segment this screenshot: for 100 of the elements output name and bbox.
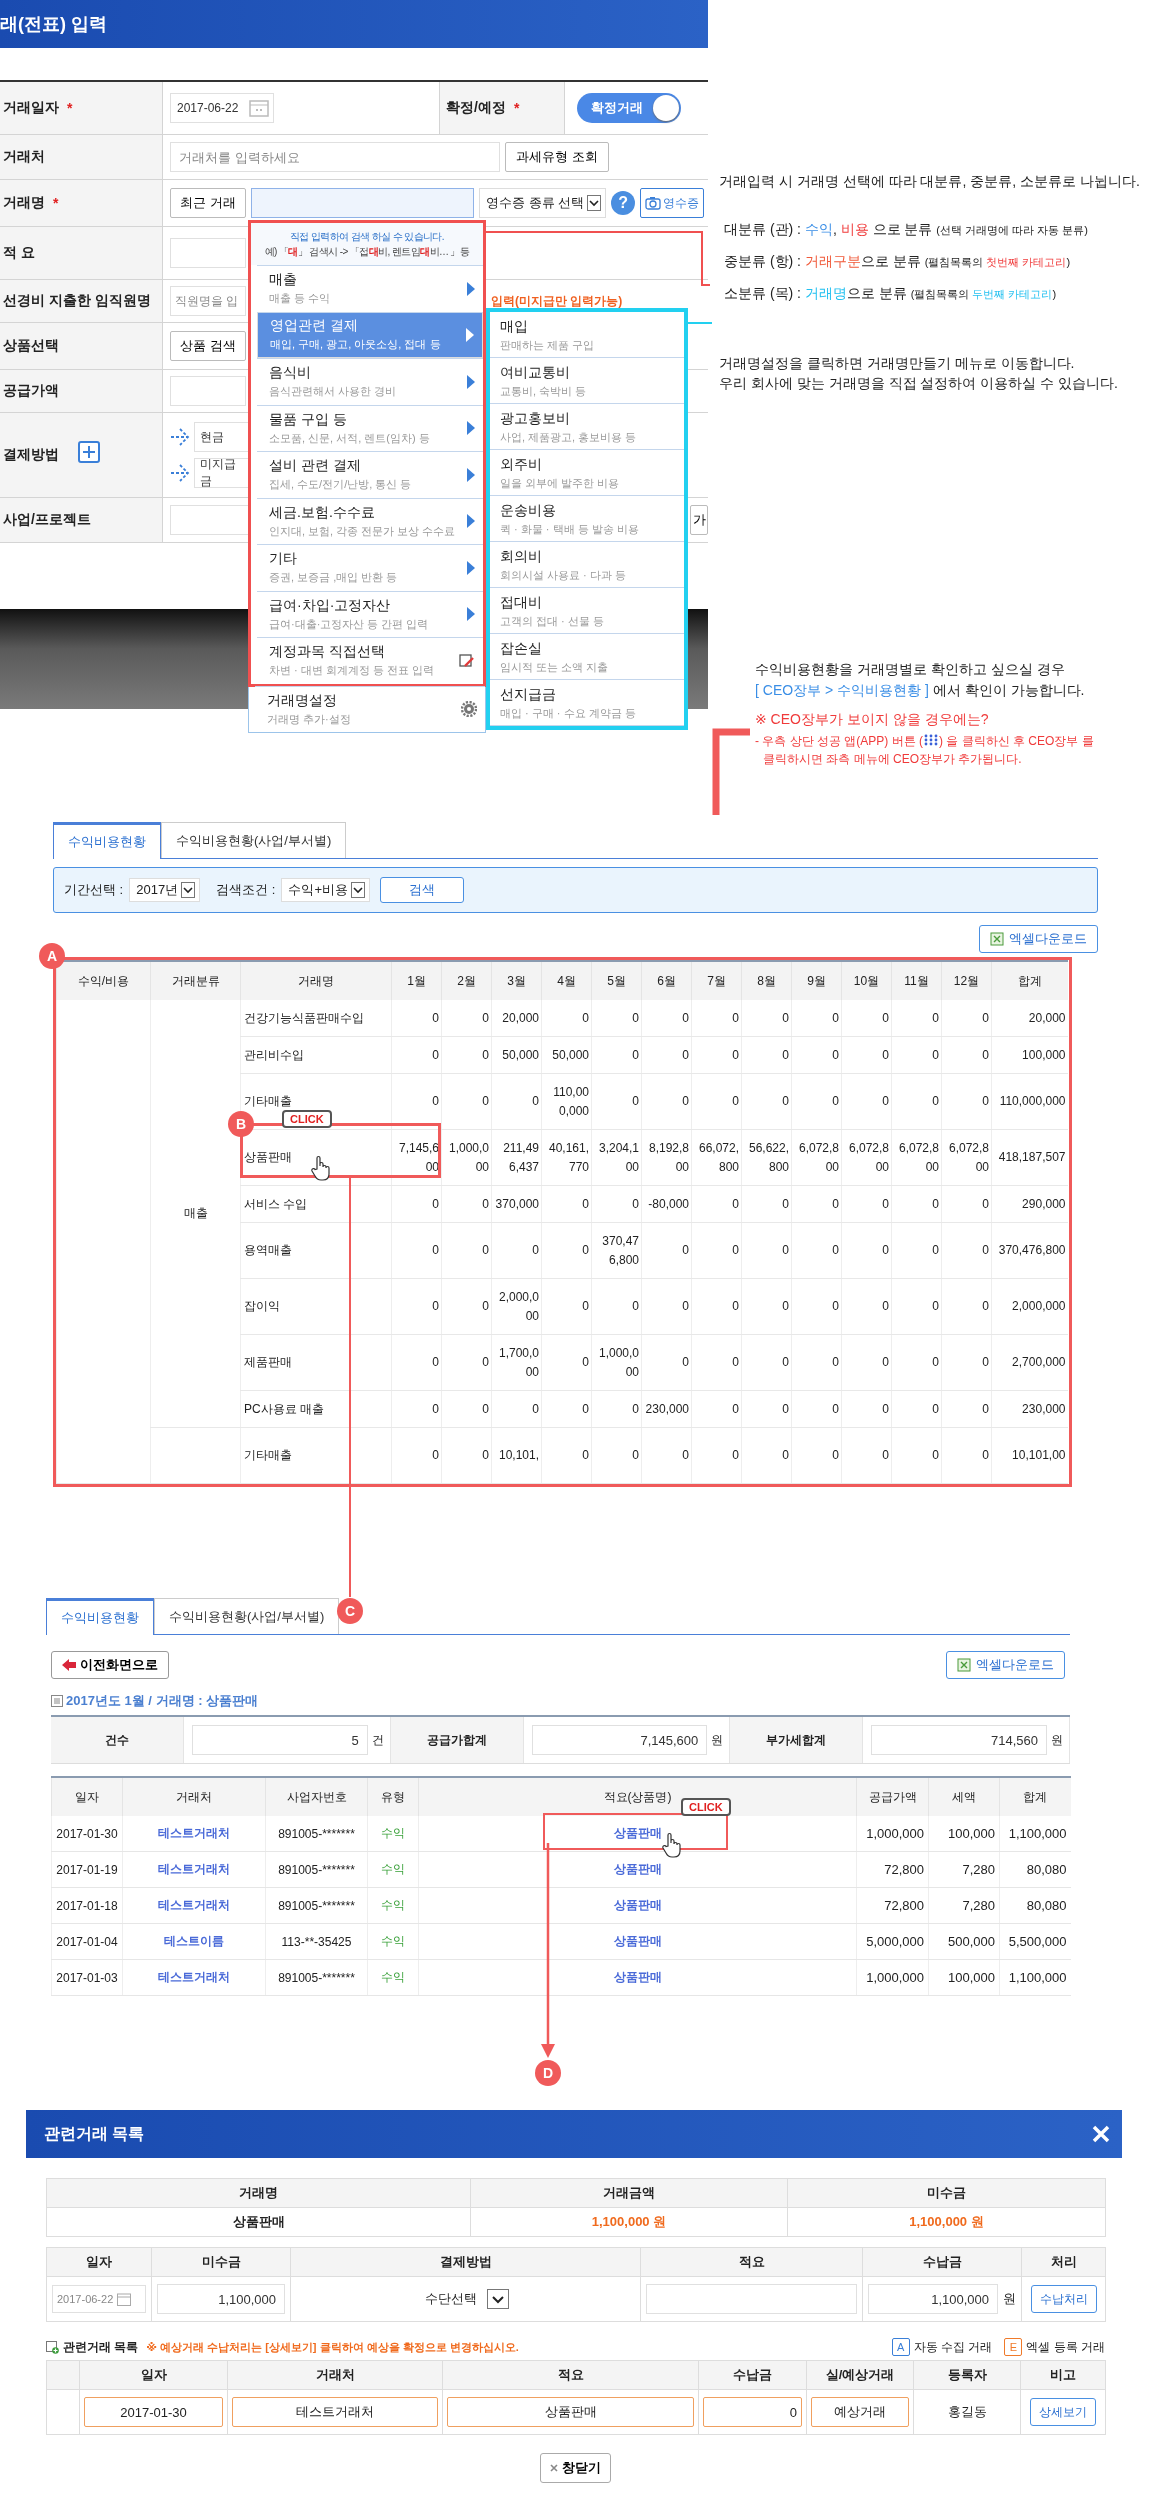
menu-item[interactable]: 잡손실 임시적 또는 소액 지출 bbox=[490, 634, 684, 680]
excel-download-button[interactable]: 엑셀다운로드 bbox=[979, 925, 1098, 953]
detail-button[interactable]: 상세보기 bbox=[1030, 2398, 1096, 2426]
menu-item[interactable]: 운송비용 퀵 · 화물 · 택배 등 발송 비용 bbox=[490, 496, 684, 542]
menu-item-title: 물품 구입 등 bbox=[269, 410, 348, 429]
table-link[interactable]: 테스트이름 bbox=[164, 1934, 224, 1948]
table-cell: 100,000 bbox=[1022, 1047, 1066, 1062]
table-cell: 0 bbox=[782, 1355, 789, 1370]
table-cell: 0 bbox=[482, 1299, 489, 1314]
date-field[interactable]: 2017-06-22 bbox=[170, 93, 274, 123]
supply-amount-field[interactable] bbox=[170, 376, 246, 406]
menu-item[interactable]: 광고홍보비 사업, 제품광고, 홍보비용 등 bbox=[490, 404, 684, 450]
receipt-button[interactable]: 영수증 bbox=[640, 188, 705, 218]
add-button[interactable]: 가 bbox=[690, 505, 708, 535]
table-cell: 0 bbox=[932, 1401, 939, 1416]
table-cell: 50,000 bbox=[502, 1047, 539, 1062]
table-link[interactable]: 테스트거래처 bbox=[158, 1862, 230, 1876]
receipt-select[interactable]: 영수증 종류 선택 bbox=[479, 188, 607, 218]
menu-item[interactable]: 계정과목 직접선택 차변 · 대변 회계계정 등 전표 입력 bbox=[257, 637, 483, 684]
tab[interactable]: 수익비용현황 bbox=[46, 1598, 154, 1635]
menu-item-description: 소모품, 신문, 서적, 렌트(임차) 등 bbox=[269, 430, 431, 446]
unit-text: 원 bbox=[1050, 1731, 1063, 1749]
grid-icon bbox=[923, 733, 939, 746]
table-cell: 10,101,00 bbox=[1012, 1448, 1066, 1463]
close-button[interactable]: 창닫기 bbox=[540, 2453, 611, 2483]
excel-download-button[interactable]: 엑셀다운로드 bbox=[946, 1651, 1065, 1679]
menu-item[interactable]: 기타 증권, 보증금 ,매입 반환 등 bbox=[257, 544, 483, 591]
tab[interactable]: 수익비용현황(사업/부서별) bbox=[161, 822, 347, 858]
client-field[interactable]: 거래처를 입력하세요 bbox=[170, 142, 500, 172]
menu-item[interactable]: 거래명설정 거래명 추가·설정 bbox=[255, 685, 485, 732]
memo-field[interactable] bbox=[646, 2284, 857, 2314]
menu-item[interactable]: 세금.보험.수수료 인지대, 보험, 각종 전문가 보상 수수료 bbox=[257, 497, 483, 544]
table-link[interactable]: 상품판매 bbox=[613, 1898, 662, 1912]
close-icon[interactable] bbox=[1092, 2125, 1110, 2143]
table-cell: 2017-01-18 bbox=[56, 1898, 118, 1913]
table-cell: 0 bbox=[932, 1010, 939, 1025]
menu-item[interactable]: 회의비 회의시설 사용료 · 다과 등 bbox=[490, 542, 684, 588]
table-link[interactable]: 상품판매 bbox=[613, 1826, 662, 1840]
column-header: 수익/비용 bbox=[56, 961, 151, 1000]
table-link[interactable]: 테스트거래처 bbox=[158, 1898, 230, 1912]
name-field[interactable] bbox=[251, 188, 474, 218]
column-header: 유형 bbox=[367, 1777, 419, 1816]
table-link[interactable]: 상품판매 bbox=[613, 1862, 662, 1876]
column-header: 공급가액 bbox=[856, 1777, 929, 1816]
employee-field[interactable]: 직원명을 입 bbox=[170, 286, 246, 316]
tax-type-button[interactable]: 과세유형 조회 bbox=[505, 142, 609, 172]
table-link[interactable]: 상품판매 bbox=[613, 1970, 662, 1984]
table-cell: 290,000 bbox=[1022, 1196, 1066, 1211]
menu-item[interactable]: 급여·차입·고정자산 급여·대출·고정자산 등 간편 입력 bbox=[257, 590, 483, 637]
received-field[interactable]: 1,100,000 bbox=[868, 2284, 998, 2314]
warning-text: ※ CEO장부가 보이지 않을 경우에는? bbox=[755, 709, 990, 729]
payment-method-field[interactable]: 현금 bbox=[194, 422, 250, 452]
table-link[interactable]: 테스트거래처 bbox=[158, 1826, 230, 1840]
add-button[interactable] bbox=[78, 441, 100, 463]
table-cell: 0 bbox=[882, 1196, 889, 1211]
product-search-button[interactable]: 상품 검색 bbox=[170, 331, 246, 361]
table-link[interactable]: 테스트거래처 bbox=[158, 1970, 230, 1984]
memo-field[interactable] bbox=[170, 238, 246, 268]
menu-item[interactable]: 선지급금 매입 · 구매 · 수요 계약금 등 bbox=[490, 680, 684, 726]
menu-item[interactable]: 물품 구입 등 소모품, 신문, 서적, 렌트(임차) 등 bbox=[257, 404, 483, 451]
unit-text: 원 bbox=[1003, 2290, 1016, 2308]
toggle-switch[interactable]: 확정거래 bbox=[577, 93, 681, 123]
menu-item-title: 설비 관련 결제 bbox=[269, 457, 362, 476]
table-cell: 0 bbox=[982, 1047, 989, 1062]
menu-item[interactable]: 매입 판매하는 제품 구입 bbox=[490, 312, 684, 358]
click-label: CLICK bbox=[282, 1110, 332, 1128]
menu-item[interactable]: 설비 관련 결제 집세, 수도/전기/난방, 통신 등 bbox=[257, 451, 483, 498]
search-button[interactable]: 검색 bbox=[380, 877, 464, 903]
menu-item-title: 계정과목 직접선택 bbox=[269, 643, 386, 662]
table-cell: 0 bbox=[482, 1047, 489, 1062]
back-button[interactable]: 이전화면으로 bbox=[51, 1651, 169, 1679]
menu-item[interactable]: 음식비 음식관련해서 사용한 경비 bbox=[257, 358, 483, 405]
menu-item-description: 급여·대출·고정자산 등 간편 입력 bbox=[269, 616, 430, 632]
required-mark: * bbox=[67, 100, 73, 116]
tab[interactable]: 수익비용현황(사업/부서별) bbox=[154, 1598, 340, 1634]
table-cell: 0 bbox=[432, 1355, 439, 1370]
chevron-icon bbox=[467, 607, 475, 622]
received-field[interactable]: 0 bbox=[703, 2397, 802, 2427]
date-field[interactable]: 2017-06-22 bbox=[52, 2285, 146, 2313]
payment-method-field[interactable]: 미지급금 bbox=[194, 458, 250, 488]
date-field[interactable]: 2017-01-30 bbox=[84, 2397, 223, 2427]
column-header: 적요 bbox=[640, 2247, 863, 2277]
memo-field[interactable]: 상품판매 bbox=[447, 2397, 694, 2427]
recent-button[interactable]: 최근 거래 bbox=[170, 188, 246, 218]
client-field[interactable]: 테스트거래처 bbox=[232, 2397, 438, 2427]
type-field[interactable]: 예상거래 bbox=[811, 2397, 909, 2427]
menu-item[interactable]: 접대비 고객의 접대 · 선물 등 bbox=[490, 588, 684, 634]
tab[interactable]: 수익비용현황 bbox=[53, 822, 161, 859]
table-link[interactable]: 상품판매 bbox=[613, 1934, 662, 1948]
menu-item[interactable]: 매출 매출 등 수익 bbox=[257, 265, 483, 312]
menu-item[interactable]: 여비교통비 교통비, 숙박비 등 bbox=[490, 358, 684, 404]
table-cell: 0 bbox=[632, 1047, 639, 1062]
year-select[interactable]: 2017년 bbox=[129, 878, 201, 902]
condition-select[interactable]: 수익+비용 bbox=[281, 878, 370, 902]
click-label: CLICK bbox=[681, 1798, 731, 1816]
menu-item[interactable]: 외주비 일을 외부에 발주한 비용 bbox=[490, 450, 684, 496]
field-label: 결제방법 bbox=[0, 413, 163, 497]
table-cell: 0 bbox=[782, 1448, 789, 1463]
process-button[interactable]: 수납처리 bbox=[1030, 2285, 1097, 2313]
unpaid-field[interactable]: 1,100,000 bbox=[157, 2284, 285, 2314]
